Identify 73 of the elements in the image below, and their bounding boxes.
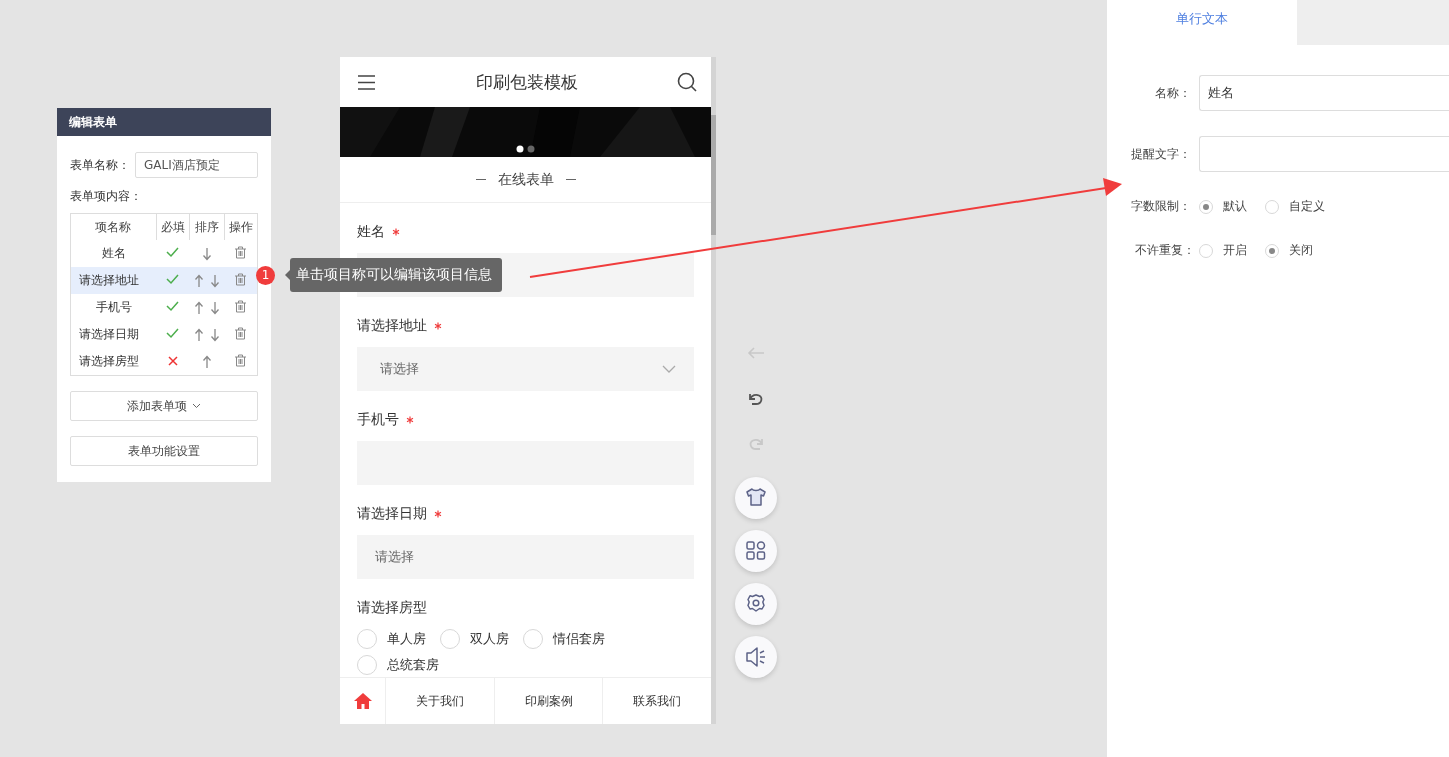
- option-label: 开启: [1223, 242, 1247, 259]
- form-button[interactable]: 添加表单项: [70, 391, 258, 421]
- input-field[interactable]: 姓名: [1199, 75, 1449, 111]
- trash-icon: [234, 272, 248, 286]
- tool-button[interactable]: [735, 636, 777, 678]
- menu-icon: [357, 73, 376, 91]
- chevron-down-icon: [662, 365, 676, 373]
- column-header: 项名称: [70, 213, 157, 240]
- carousel-dot[interactable]: [516, 145, 524, 153]
- date-field[interactable]: 请选择: [357, 535, 694, 579]
- field-label: 手机号: [357, 411, 399, 429]
- field-label: 名称：: [1154, 84, 1192, 102]
- radio-button[interactable]: [1265, 199, 1279, 214]
- trash-icon: [234, 326, 248, 340]
- speaker-icon: [746, 647, 766, 667]
- nav-link[interactable]: 联系我们: [603, 678, 711, 724]
- nav-link[interactable]: 印刷案例: [494, 678, 604, 724]
- field-label: 请选择房型: [357, 599, 427, 617]
- column-header: 必填: [156, 213, 190, 240]
- section-title: 在线表单: [497, 170, 554, 189]
- field-label: 提醒文字：: [1130, 145, 1192, 163]
- option-label: 情侣套房: [553, 630, 605, 648]
- trash-icon: [234, 299, 248, 313]
- option-label: 自定义: [1289, 198, 1325, 215]
- settings-icon: [746, 594, 766, 614]
- column-header: 操作: [224, 213, 258, 240]
- form-button[interactable]: 表单功能设置: [70, 436, 258, 466]
- option-label: 关闭: [1289, 242, 1313, 259]
- field-label: 请选择地址: [357, 317, 427, 335]
- radio-button[interactable]: [357, 655, 377, 675]
- tool-button[interactable]: [735, 530, 777, 572]
- item-name[interactable]: 手机号: [70, 294, 157, 321]
- undo-icon[interactable]: [747, 391, 765, 406]
- page-title: 印刷包装模板: [475, 70, 578, 94]
- column-header: 排序: [189, 213, 225, 240]
- trash-icon: [234, 353, 248, 367]
- nav-link[interactable]: 关于我们: [386, 678, 495, 724]
- field-label: 字数限制：: [1130, 198, 1192, 215]
- radio-button[interactable]: [1199, 199, 1213, 214]
- item-name[interactable]: 请选择日期: [70, 321, 157, 348]
- field-label: 表单名称：: [70, 156, 130, 174]
- field-label: 姓名: [357, 223, 385, 241]
- radio-button[interactable]: [1265, 243, 1279, 258]
- select-field[interactable]: 请选择: [357, 347, 694, 391]
- field-label: 不许重复：: [1134, 242, 1196, 259]
- trash-icon: [234, 245, 248, 259]
- input-field[interactable]: [1199, 136, 1449, 172]
- radio-button[interactable]: [357, 629, 377, 649]
- input-field[interactable]: GALI酒店预定: [135, 152, 258, 178]
- home-icon: [353, 693, 372, 709]
- section-label: 表单项内容：: [70, 188, 143, 205]
- tool-button[interactable]: [735, 477, 777, 519]
- option-label: 双人房: [470, 630, 509, 648]
- option-label: 总统套房: [387, 656, 439, 674]
- tab[interactable]: 单行文本: [1107, 0, 1297, 45]
- shirt-icon: [746, 488, 766, 508]
- tooltip-pointer-icon: [285, 270, 290, 280]
- radio-button[interactable]: [440, 629, 460, 649]
- grid-icon: [746, 541, 766, 561]
- option-label: 单人房: [387, 630, 426, 648]
- search-icon: [677, 72, 697, 92]
- tool-button[interactable]: [735, 583, 777, 625]
- field-label: 请选择日期: [357, 505, 427, 523]
- option-label: 默认: [1223, 198, 1247, 215]
- item-name[interactable]: 请选择地址: [70, 267, 157, 294]
- radio-button[interactable]: [523, 629, 543, 649]
- panel-title: 编辑表单: [57, 108, 271, 136]
- carousel-dot[interactable]: [527, 145, 535, 153]
- tooltip: 单击项目称可以编辑该项目信息: [290, 258, 502, 292]
- item-name[interactable]: 姓名: [70, 240, 157, 267]
- chevron-down-icon: [192, 403, 201, 409]
- item-name[interactable]: 请选择房型: [70, 348, 157, 376]
- radio-button[interactable]: [1199, 243, 1213, 258]
